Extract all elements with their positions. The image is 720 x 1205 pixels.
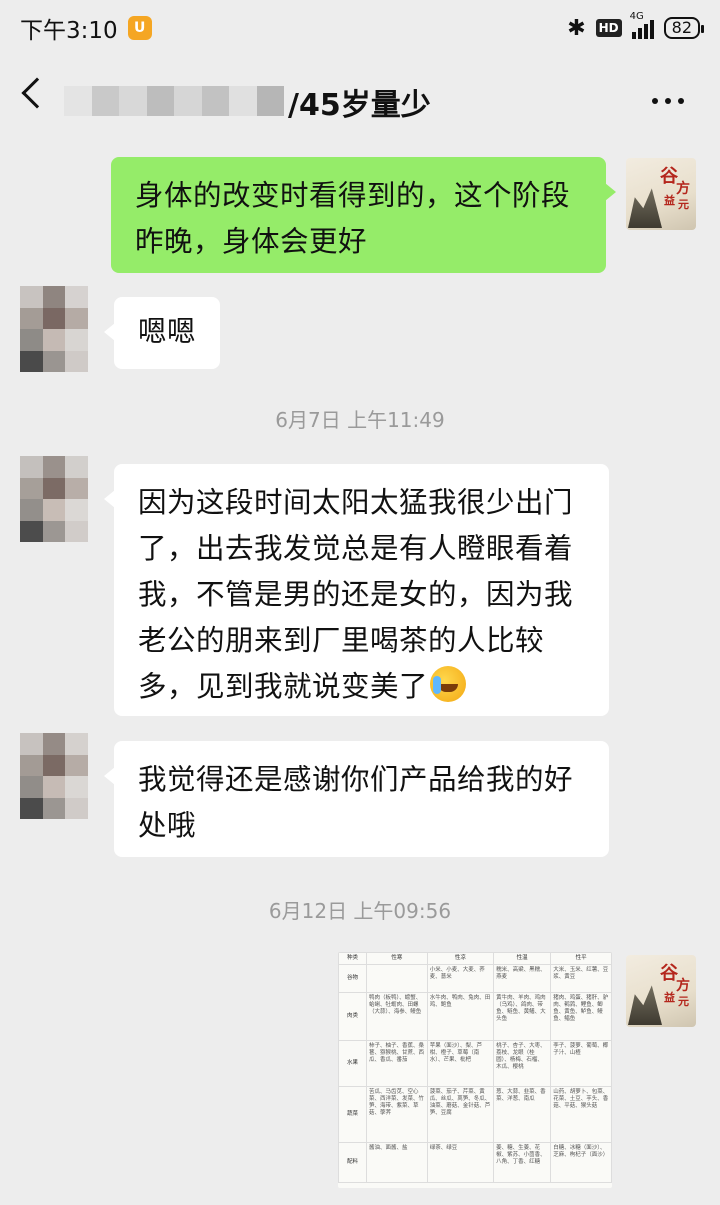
status-icons: ✱ HD 4G 82 [567, 11, 705, 41]
message-text: 嗯嗯 [138, 315, 197, 348]
table-cell: 酱油、面酱、盐 [366, 1142, 428, 1183]
status-bar: 下午3:10 U ✱ HD 4G 82 [0, 0, 720, 56]
self-avatar[interactable]: 谷 方 益 元 [626, 955, 696, 1027]
logo-char: 方 [676, 181, 690, 197]
timestamp: 6月12日 上午09:56 [268, 899, 452, 923]
table-cell: 苦瓜、马齿苋、空心菜、西洋菜、发菜、竹笋、海带、紫菜、草菇、荸荠 [366, 1086, 428, 1143]
hd-badge: HD [595, 19, 622, 37]
app-notification-icon: U [127, 16, 152, 40]
message-text: 因为这段时间太阳太猛我很少出门了，出去我发觉总是有人瞪眼看着我，不管是男的还是女… [138, 486, 574, 703]
table-cell: 山药、胡萝卜、包菜、花菜、土豆、芋头、香菇、平菇、猴头菇 [550, 1086, 612, 1143]
table-cell: 小米、小麦、大麦、荞麦、薏米 [426, 964, 495, 993]
table-cell: 黄牛肉、羊肉、鸡肉（乌鸡）、鸽肉、带鱼、鲢鱼、黄鳝、大头鱼 [493, 992, 552, 1041]
table-cell [366, 964, 428, 993]
self-avatar[interactable]: 谷 方 益 元 [626, 158, 696, 230]
chat-header: /45岁量少 [0, 58, 720, 138]
mountain-image [628, 188, 662, 228]
signal-icon: 4G [630, 11, 654, 39]
table-header-cell: 性平 [550, 952, 612, 965]
table-cell: 姜、糖、生姜、花椒、紫苏、小茴香、八角、丁香、红糖 [493, 1142, 552, 1183]
logo-char: 元 [678, 995, 689, 1008]
laughing-crying-emoji-icon [430, 666, 467, 702]
table-cell: 葱、大蒜、韭菜、香菜、洋葱、南瓜 [493, 1086, 552, 1143]
message-text: 身体的改变时看得到的，这个阶段昨晚，身体会更好 [135, 179, 571, 258]
contact-avatar[interactable] [20, 456, 88, 542]
bluetooth-icon: ✱ [567, 15, 586, 41]
message-bubble-received[interactable]: 嗯嗯 [104, 297, 220, 369]
table-cell: 菠菜、茄子、芹菜、黄瓜、丝瓜、莴笋、冬瓜、油菜、蘑菇、金针菇、芦笋、豆腐 [426, 1086, 495, 1143]
mountain-image [628, 985, 662, 1025]
contact-avatar[interactable] [20, 286, 88, 372]
table-row-label: 谷物 [338, 964, 367, 993]
table-header-cell: 性凉 [426, 952, 495, 965]
table-cell: 糯米、高粱、黑糯、燕麦 [493, 964, 552, 993]
table-row: 谷物 小米、小麦、大麦、荞麦、薏米 糯米、高粱、黑糯、燕麦 大米、玉米、红薯、豆… [338, 964, 612, 993]
table-row: 蔬菜 苦瓜、马齿苋、空心菜、西洋菜、发菜、竹笋、海带、紫菜、草菇、荸荠 菠菜、茄… [338, 1086, 612, 1143]
blurred-contact-name [64, 86, 284, 116]
contact-avatar[interactable] [20, 733, 88, 819]
image-message-food-chart[interactable]: 种类 性寒 性凉 性温 性平 谷物 小米、小麦、大麦、荞麦、薏米 糯米、高粱、黑… [338, 952, 612, 1188]
network-type: 4G [629, 11, 644, 22]
table-row: 肉类 鸭肉（板鸭）、螃蟹、蛤蜊、牡蛎肉、田螺（大蒜）、海参、鳗鱼 水牛肉、鸭肉、… [338, 992, 612, 1041]
food-property-table: 种类 性寒 性凉 性温 性平 谷物 小米、小麦、大麦、荞麦、薏米 糯米、高粱、黑… [338, 952, 612, 1183]
table-cell: 苹果（面沙）、梨、芦柑、橙子、草莓（南水）、芒果、枇杷 [426, 1040, 495, 1087]
table-header-cell: 性寒 [366, 952, 428, 965]
table-row-label: 肉类 [338, 992, 367, 1041]
table-cell: 大米、玉米、红薯、豆浆、黄豆 [550, 964, 612, 993]
message-bubble-sent[interactable]: 身体的改变时看得到的，这个阶段昨晚，身体会更好 [111, 157, 616, 273]
table-cell: 柿子、柚子、香蕉、桑葚、猕猴桃、甘蔗、西瓜、香瓜、番茄 [366, 1040, 428, 1087]
table-row-label: 水果 [338, 1040, 367, 1087]
table-cell: 猪肉、鸡蛋、猪肝、驴肉、鹌鹑、鲤鱼、鲫鱼、黄鱼、鲈鱼、鳗鱼、鲳鱼 [550, 992, 612, 1041]
table-header-cell: 种类 [338, 952, 367, 965]
table-cell: 绿茶、绿豆 [426, 1142, 495, 1183]
table-cell: 桃子、杏子、大枣、荔枝、龙眼（桂圆）、杨梅、石榴、木瓜、樱桃 [493, 1040, 552, 1087]
logo-char: 益 [664, 194, 675, 207]
logo-char: 益 [664, 991, 675, 1004]
logo-char: 元 [678, 198, 689, 211]
table-cell: 李子、菠萝、葡萄、椰子汁、山楂 [550, 1040, 612, 1087]
table-row: 水果 柿子、柚子、香蕉、桑葚、猕猴桃、甘蔗、西瓜、香瓜、番茄 苹果（面沙）、梨、… [338, 1040, 612, 1087]
table-cell: 白糖、冰糖（面沙）、芝麻、枸杞子（面沙） [550, 1142, 612, 1183]
table-header-row: 种类 性寒 性凉 性温 性平 [338, 952, 612, 965]
table-row: 配料 酱油、面酱、盐 绿茶、绿豆 姜、糖、生姜、花椒、紫苏、小茴香、八角、丁香、… [338, 1142, 612, 1183]
message-bubble-received[interactable]: 因为这段时间太阳太猛我很少出门了，出去我发觉总是有人瞪眼看着我，不管是男的还是女… [104, 464, 609, 716]
timestamp: 6月7日 上午11:49 [275, 408, 445, 432]
table-row-label: 配料 [338, 1142, 367, 1183]
message-bubble-received[interactable]: 我觉得还是感谢你们产品给我的好处哦 [104, 741, 609, 857]
message-text: 我觉得还是感谢你们产品给我的好处哦 [138, 763, 574, 842]
table-cell: 水牛肉、鸭肉、兔肉、田鸡、鲍鱼 [426, 992, 495, 1041]
back-arrow-icon[interactable] [21, 77, 53, 109]
table-row-label: 蔬菜 [338, 1086, 367, 1143]
logo-char: 方 [676, 978, 690, 994]
table-cell: 鸭肉（板鸭）、螃蟹、蛤蜊、牡蛎肉、田螺（大蒜）、海参、鳗鱼 [366, 992, 428, 1041]
more-options-icon[interactable] [652, 98, 684, 104]
chat-title: /45岁量少 [288, 88, 431, 123]
table-header-cell: 性温 [493, 952, 552, 965]
status-time: 下午3:10 [20, 18, 118, 44]
battery-icon: 82 [663, 17, 705, 39]
